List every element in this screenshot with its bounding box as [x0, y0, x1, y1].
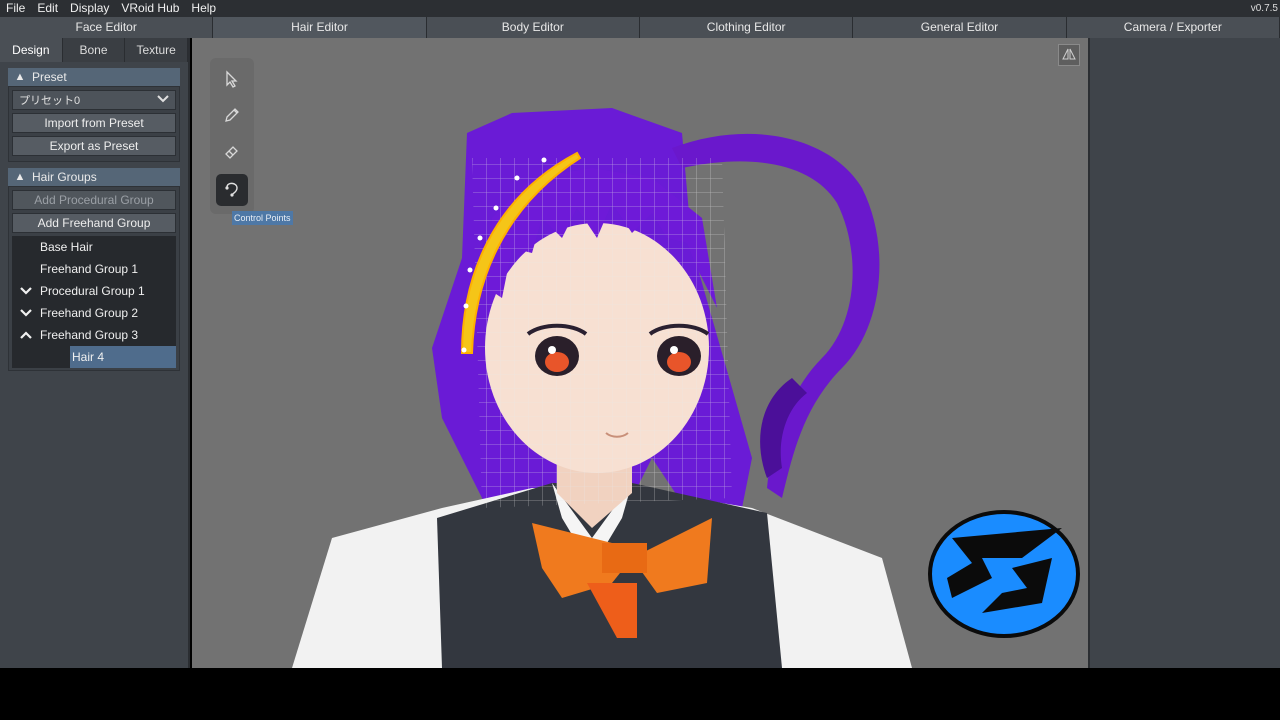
chevron-up-icon: ▲	[14, 71, 26, 83]
tab-hair-editor[interactable]: Hair Editor	[213, 17, 427, 38]
preset-section: プリセット0 Import from Preset Export as Pres…	[8, 86, 180, 162]
symmetry-icon	[1062, 48, 1076, 63]
letterbox-bar	[0, 668, 1280, 720]
preset-title: Preset	[32, 70, 67, 84]
left-panel: Design Bone Texture ▲ Preset プリセット0 Impo…	[0, 38, 190, 668]
hair-groups-section-header[interactable]: ▲ Hair Groups	[8, 168, 180, 186]
tab-design[interactable]: Design	[0, 38, 63, 62]
tree-item-freehand-group-2[interactable]: Freehand Group 2	[12, 302, 176, 324]
add-procedural-group-button[interactable]: Add Procedural Group	[12, 190, 176, 210]
control-points-tool[interactable]	[216, 174, 248, 206]
eraser-icon	[223, 142, 241, 163]
add-freehand-group-button[interactable]: Add Freehand Group	[12, 213, 176, 233]
tree-item-hair-4[interactable]: Hair 4	[12, 346, 176, 368]
tab-bone[interactable]: Bone	[62, 38, 126, 62]
chevron-up-icon: ▲	[14, 171, 26, 183]
tab-texture[interactable]: Texture	[125, 38, 189, 62]
character-model	[292, 108, 1080, 668]
3d-viewport[interactable]: Control Points	[192, 38, 1088, 668]
menu-vroid-hub[interactable]: VRoid Hub	[115, 0, 185, 17]
hair-groups-section: Add Procedural Group Add Freehand Group …	[8, 186, 180, 371]
symmetry-toggle-button[interactable]	[1058, 44, 1080, 66]
export-preset-button[interactable]: Export as Preset	[12, 136, 176, 156]
menu-edit[interactable]: Edit	[31, 0, 64, 17]
tab-general-editor[interactable]: General Editor	[853, 17, 1067, 38]
tool-palette	[210, 58, 254, 214]
eraser-tool[interactable]	[216, 136, 248, 168]
sub-tabs: Design Bone Texture	[0, 38, 189, 62]
right-panel	[1088, 38, 1280, 668]
pen-tool[interactable]	[216, 100, 248, 132]
menu-display[interactable]: Display	[64, 0, 115, 17]
import-preset-button[interactable]: Import from Preset	[12, 113, 176, 133]
tree-item-freehand-group-1[interactable]: Freehand Group 1	[12, 258, 176, 280]
tab-camera-exporter[interactable]: Camera / Exporter	[1066, 17, 1280, 38]
preset-dropdown[interactable]: プリセット0	[12, 90, 176, 110]
tree-item-base-hair[interactable]: Base Hair	[12, 236, 176, 258]
chevron-down-icon	[157, 94, 169, 106]
version-label: v0.7.5	[1250, 3, 1278, 14]
chevron-up-icon[interactable]	[12, 328, 40, 342]
chevron-down-icon[interactable]	[12, 306, 40, 320]
tree-item-freehand-group-3[interactable]: Freehand Group 3	[12, 324, 176, 346]
preset-selected: プリセット0	[19, 95, 81, 107]
tab-body-editor[interactable]: Body Editor	[426, 17, 640, 38]
hair-groups-title: Hair Groups	[32, 170, 97, 184]
curve-handle-icon	[223, 180, 241, 201]
chevron-down-icon[interactable]	[12, 284, 40, 298]
pencil-icon	[223, 106, 241, 127]
tooltip-control-points: Control Points	[232, 211, 293, 225]
menu-file[interactable]: File	[0, 0, 31, 17]
hair-group-tree: Base Hair Freehand Group 1 Procedural Gr…	[12, 236, 176, 368]
preset-section-header[interactable]: ▲ Preset	[8, 68, 180, 86]
menu-help[interactable]: Help	[185, 0, 222, 17]
tab-face-editor[interactable]: Face Editor	[0, 17, 214, 38]
tree-item-procedural-group-1[interactable]: Procedural Group 1	[12, 280, 176, 302]
editor-tabs: Face Editor Hair Editor Body Editor Clot…	[0, 17, 1280, 38]
cursor-arrow-icon	[224, 69, 240, 91]
select-tool[interactable]	[216, 64, 248, 96]
tab-clothing-editor[interactable]: Clothing Editor	[639, 17, 854, 38]
menu-bar: File Edit Display VRoid Hub Help v0.7.5	[0, 0, 1280, 17]
